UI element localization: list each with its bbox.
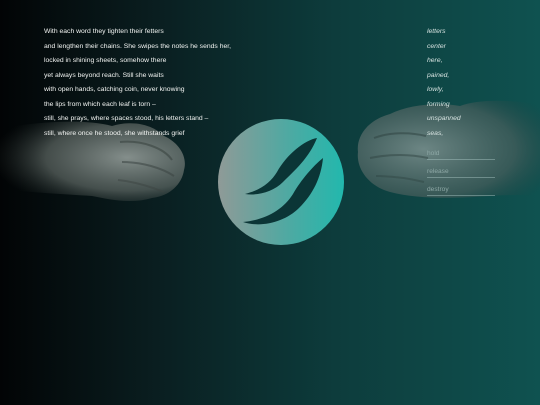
word-item[interactable]: lowly, (427, 83, 461, 98)
poem-line: locked in shining sheets, somehow there (44, 57, 167, 64)
poem-line: still, she prays, where spaces stood, hi… (44, 115, 209, 122)
poem-line: yet always beyond reach. Still she waits (44, 71, 164, 79)
destroy-button[interactable]: destroy (427, 184, 495, 196)
word-item[interactable]: unspanned (427, 112, 461, 127)
word-item[interactable]: here, (427, 54, 461, 69)
release-button[interactable]: release (427, 166, 495, 178)
teal-leaf-logo-icon (218, 119, 344, 245)
poem-line: the lips from which each leaf is torn – (44, 100, 156, 108)
hold-button[interactable]: hold (427, 148, 495, 160)
poem-text: With each word they tighten their fetter… (44, 25, 231, 141)
word-list: letters center here, pained, lowly, form… (427, 25, 461, 141)
poem-scene: With each word they tighten their fetter… (0, 0, 540, 405)
word-item[interactable]: seas, (427, 127, 461, 142)
word-item[interactable]: letters (427, 25, 461, 40)
poem-line: still, where once he stood, she withstan… (44, 129, 185, 137)
word-item[interactable]: pained, (427, 69, 461, 84)
poem-line: With each word they tighten their fetter… (44, 28, 164, 35)
poem-line: with open hands, catching coin, never kn… (44, 86, 185, 93)
word-item[interactable]: forming (427, 98, 461, 113)
word-item[interactable]: center (427, 40, 461, 55)
poem-line: and lengthen their chains. She swipes th… (44, 42, 232, 50)
